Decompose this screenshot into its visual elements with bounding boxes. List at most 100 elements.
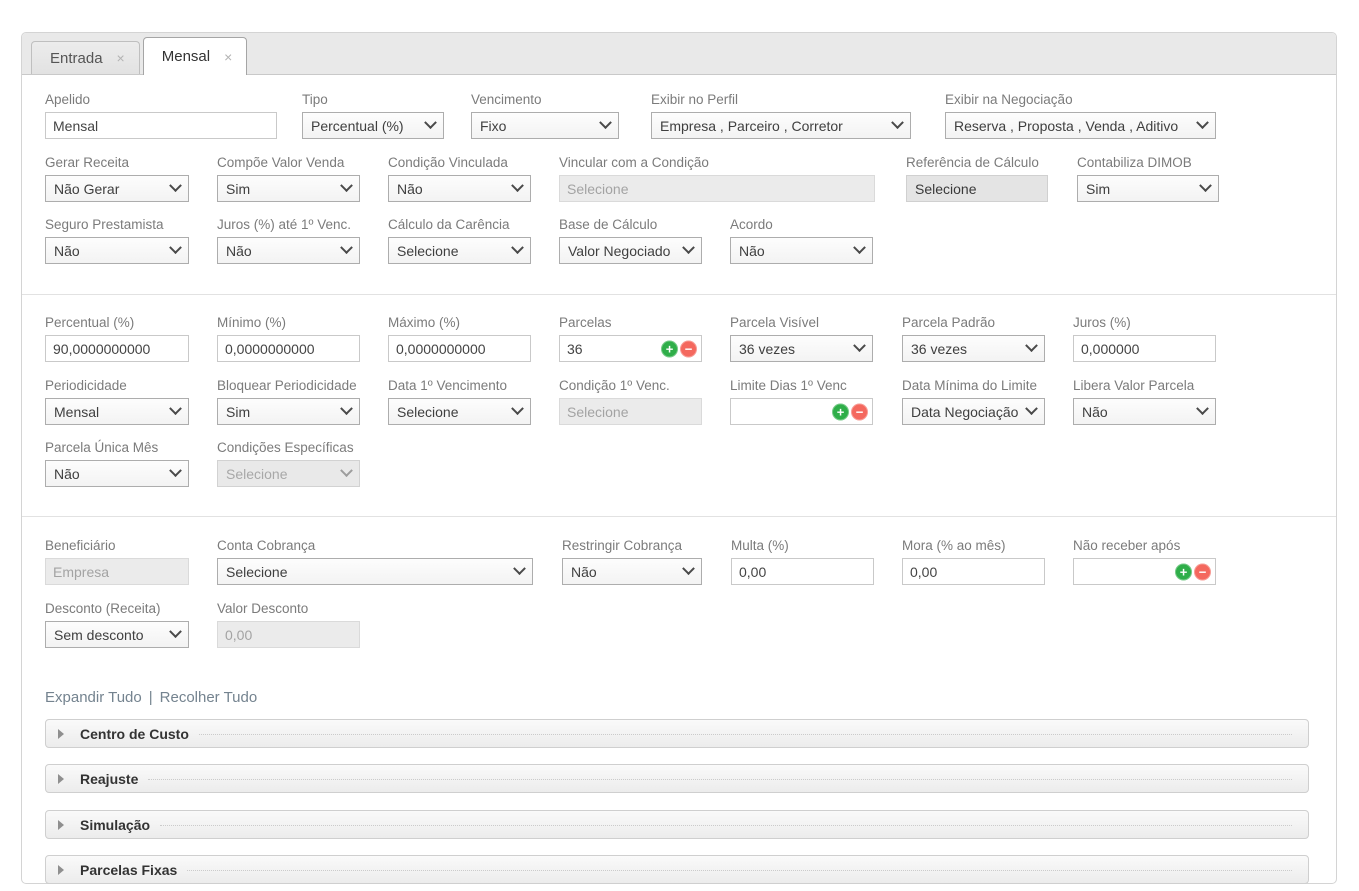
chevron-down-icon [1199, 179, 1212, 192]
mora-input[interactable] [902, 558, 1045, 585]
chevron-down-icon [682, 241, 695, 254]
chevron-down-icon [340, 464, 353, 477]
exibir-negociacao-label: Exibir na Negociação [945, 92, 1216, 107]
chevron-down-icon [169, 464, 182, 477]
base-calculo-label: Base de Cálculo [559, 217, 702, 232]
vencimento-select[interactable]: Fixo [471, 112, 619, 139]
remove-icon[interactable]: − [1194, 563, 1211, 580]
exibir-negociacao-select[interactable]: Reserva , Proposta , Venda , Aditivo [945, 112, 1216, 139]
data-primeiro-vencimento-select[interactable]: Selecione [388, 398, 531, 425]
acordo-select[interactable]: Não [730, 237, 873, 264]
percentual-input[interactable] [45, 335, 189, 362]
bloquear-periodicidade-select[interactable]: Sim [217, 398, 360, 425]
chevron-down-icon [513, 562, 526, 575]
data-primeiro-vencimento-label: Data 1º Vencimento [388, 378, 531, 393]
calculo-carencia-select[interactable]: Selecione [388, 237, 531, 264]
chevron-down-icon [1196, 402, 1209, 415]
acordo-label: Acordo [730, 217, 873, 232]
data-minima-limite-select[interactable]: Data Negociação [902, 398, 1045, 425]
expand-all-link[interactable]: Expandir Tudo [45, 689, 142, 706]
chevron-down-icon [682, 562, 695, 575]
valor-desconto-label: Valor Desconto [217, 601, 360, 616]
chevron-down-icon [511, 241, 524, 254]
parcela-unica-mes-select[interactable]: Não [45, 460, 189, 487]
condicao-vinculada-label: Condição Vinculada [388, 155, 531, 170]
referencia-calculo-select: Selecione [906, 175, 1048, 202]
parcela-padrao-select[interactable]: 36 vezes [902, 335, 1045, 362]
close-icon[interactable]: × [224, 50, 232, 64]
gerar-receita-select[interactable]: Não Gerar [45, 175, 189, 202]
conta-cobranca-label: Conta Cobrança [217, 538, 533, 553]
chevron-down-icon [169, 625, 182, 638]
close-icon[interactable]: × [117, 51, 125, 65]
maximo-label: Máximo (%) [388, 315, 531, 330]
accordion-centro-de-custo[interactable]: Centro de Custo [45, 719, 1309, 748]
accordion-reajuste[interactable]: Reajuste [45, 764, 1309, 793]
juros-input[interactable] [1073, 335, 1216, 362]
condicao-primeiro-venc-label: Condição 1º Venc. [559, 378, 702, 393]
compoe-valor-venda-label: Compõe Valor Venda [217, 155, 360, 170]
valor-desconto-input [217, 621, 360, 648]
condicao-vinculada-select[interactable]: Não [388, 175, 531, 202]
apelido-label: Apelido [45, 92, 277, 107]
percentual-label: Percentual (%) [45, 315, 189, 330]
chevron-down-icon [340, 241, 353, 254]
seguro-prestamista-select[interactable]: Não [45, 237, 189, 264]
remove-icon[interactable]: − [680, 340, 697, 357]
libera-valor-parcela-select[interactable]: Não [1073, 398, 1216, 425]
desconto-receita-label: Desconto (Receita) [45, 601, 189, 616]
restringir-cobranca-select[interactable]: Não [562, 558, 702, 585]
accordion-actions: Expandir Tudo|Recolher Tudo [45, 689, 257, 706]
compoe-valor-venda-select[interactable]: Sim [217, 175, 360, 202]
periodicidade-label: Periodicidade [45, 378, 189, 393]
condition-window: Entrada × Mensal × Apelido Tipo Percentu… [21, 32, 1337, 884]
tipo-select[interactable]: Percentual (%) [302, 112, 444, 139]
vincular-condicao-label: Vincular com a Condição [559, 155, 875, 170]
chevron-down-icon [853, 241, 866, 254]
maximo-input[interactable] [388, 335, 531, 362]
exibir-perfil-select[interactable]: Empresa , Parceiro , Corretor [651, 112, 911, 139]
chevron-down-icon [511, 179, 524, 192]
libera-valor-parcela-label: Libera Valor Parcela [1073, 378, 1216, 393]
chevron-down-icon [169, 402, 182, 415]
add-icon[interactable]: + [661, 340, 678, 357]
multa-label: Multa (%) [731, 538, 874, 553]
chevron-down-icon [169, 241, 182, 254]
chevron-down-icon [1025, 339, 1038, 352]
gerar-receita-label: Gerar Receita [45, 155, 189, 170]
referencia-calculo-label: Referência de Cálculo [906, 155, 1048, 170]
juros-ate-venc-select[interactable]: Não [217, 237, 360, 264]
limite-dias-label: Limite Dias 1º Venc [730, 378, 873, 393]
desconto-receita-select[interactable]: Sem desconto [45, 621, 189, 648]
accordion-parcelas-fixas[interactable]: Parcelas Fixas [45, 855, 1309, 884]
restringir-cobranca-label: Restringir Cobrança [562, 538, 702, 553]
expand-arrow-icon [58, 820, 64, 830]
base-calculo-select[interactable]: Valor Negociado [559, 237, 702, 264]
condicoes-especificas-label: Condições Específicas [217, 440, 360, 455]
contabiliza-dimob-select[interactable]: Sim [1077, 175, 1219, 202]
minimo-input[interactable] [217, 335, 360, 362]
condition-form: Apelido Tipo Percentual (%) Vencimento F… [22, 75, 1336, 884]
parcela-visivel-select[interactable]: 36 vezes [730, 335, 873, 362]
minimo-label: Mínimo (%) [217, 315, 360, 330]
juros-label: Juros (%) [1073, 315, 1216, 330]
accordion-simulacao[interactable]: Simulação [45, 810, 1309, 839]
remove-icon[interactable]: − [851, 403, 868, 420]
bloquear-periodicidade-label: Bloquear Periodicidade [217, 378, 360, 393]
expand-arrow-icon [58, 774, 64, 784]
apelido-input[interactable] [45, 112, 277, 139]
condicoes-especificas-select: Selecione [217, 460, 360, 487]
tab-entrada[interactable]: Entrada × [31, 41, 140, 74]
expand-arrow-icon [58, 865, 64, 875]
collapse-all-link[interactable]: Recolher Tudo [160, 689, 258, 706]
tab-mensal[interactable]: Mensal × [143, 37, 248, 75]
dotted-rule [199, 734, 1292, 735]
mora-label: Mora (% ao mês) [902, 538, 1045, 553]
add-icon[interactable]: + [832, 403, 849, 420]
chevron-down-icon [424, 116, 437, 129]
multa-input[interactable] [731, 558, 874, 585]
add-icon[interactable]: + [1175, 563, 1192, 580]
periodicidade-select[interactable]: Mensal [45, 398, 189, 425]
conta-cobranca-select[interactable]: Selecione [217, 558, 533, 585]
tab-bar: Entrada × Mensal × [22, 33, 1336, 75]
